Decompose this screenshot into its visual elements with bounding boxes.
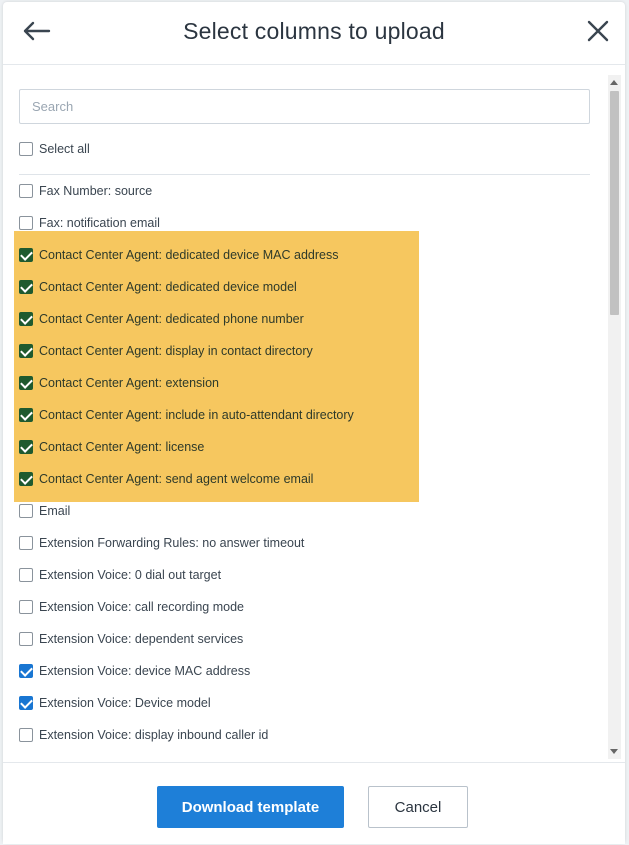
column-option-row[interactable]: Contact Center Agent: extension <box>19 373 219 393</box>
column-option-checkbox[interactable] <box>19 216 33 230</box>
column-option-checkbox[interactable] <box>19 504 33 518</box>
column-option-row[interactable]: Email <box>19 501 70 521</box>
column-option-checkbox[interactable] <box>19 696 33 710</box>
column-option-label: Contact Center Agent: display in contact… <box>39 344 313 358</box>
column-option-label: Email <box>39 504 71 518</box>
column-option-row[interactable]: Extension Voice: Device model <box>19 693 211 713</box>
column-option-row[interactable]: Extension Voice: 0 dial out target <box>19 565 221 585</box>
column-option-checkbox[interactable] <box>19 568 33 582</box>
column-list-panel: Select all Fax Number: source Fax: notifi… <box>3 65 625 762</box>
download-template-button[interactable]: Download template <box>157 786 344 828</box>
column-option-label: Fax: notification email <box>39 216 160 230</box>
divider <box>19 174 590 175</box>
scroll-down-arrow-icon[interactable] <box>610 749 618 754</box>
column-option-label: Extension Forwarding Rules: no answer ti… <box>39 536 305 550</box>
column-option-row[interactable]: Contact Center Agent: display in contact… <box>19 341 313 361</box>
column-option-row[interactable]: Contact Center Agent: dedicated device M… <box>19 245 338 265</box>
select-all-row[interactable]: Select all <box>19 139 90 159</box>
scroll-up-arrow-icon[interactable] <box>610 80 618 85</box>
column-option-label: Contact Center Agent: include in auto-at… <box>39 408 354 422</box>
select-columns-dialog: Select columns to upload Select all Fax … <box>3 2 625 844</box>
column-option-checkbox[interactable] <box>19 408 33 422</box>
column-option-checkbox[interactable] <box>19 632 33 646</box>
select-all-label: Select all <box>39 142 90 156</box>
dialog-footer: Download template Cancel <box>3 762 625 844</box>
column-option-label: Extension Voice: call recording mode <box>39 600 244 614</box>
column-option-row[interactable]: Contact Center Agent: include in auto-at… <box>19 405 354 425</box>
column-option-checkbox[interactable] <box>19 312 33 326</box>
column-option-row[interactable]: Contact Center Agent: dedicated phone nu… <box>19 309 304 329</box>
column-option-row[interactable]: Extension Voice: dependent services <box>19 629 243 649</box>
column-option-row[interactable]: Extension Voice: display inbound caller … <box>19 725 268 745</box>
column-option-label: Contact Center Agent: license <box>39 440 205 454</box>
column-option-label: Extension Voice: dependent services <box>39 632 244 646</box>
dialog-header: Select columns to upload <box>3 2 625 65</box>
cancel-button[interactable]: Cancel <box>368 786 468 828</box>
scrollbar[interactable] <box>608 75 621 759</box>
column-option-row[interactable]: Contact Center Agent: dedicated device m… <box>19 277 297 297</box>
column-option-label: Extension Voice: 0 dial out target <box>39 568 222 582</box>
column-option-label: Extension Voice: display inbound caller … <box>39 728 269 742</box>
column-option-label: Fax Number: source <box>39 184 153 198</box>
select-all-checkbox[interactable] <box>19 142 33 156</box>
column-option-label: Contact Center Agent: send agent welcome… <box>39 472 314 486</box>
column-option-row[interactable]: Fax Number: source <box>19 181 152 201</box>
column-option-label: Extension Voice: Device model <box>39 696 211 710</box>
column-option-label: Contact Center Agent: dedicated device M… <box>39 248 339 262</box>
column-option-row[interactable]: Extension Voice: device MAC address <box>19 661 250 681</box>
back-button[interactable] <box>19 16 53 46</box>
column-option-checkbox[interactable] <box>19 440 33 454</box>
arrow-left-icon <box>23 21 51 41</box>
column-option-row[interactable]: Extension Forwarding Rules: no answer ti… <box>19 533 304 553</box>
column-option-checkbox[interactable] <box>19 344 33 358</box>
column-option-checkbox[interactable] <box>19 280 33 294</box>
search-input[interactable] <box>19 89 590 124</box>
column-option-row[interactable]: Contact Center Agent: license <box>19 437 204 457</box>
column-option-checkbox[interactable] <box>19 536 33 550</box>
column-option-label: Extension Voice: device MAC address <box>39 664 251 678</box>
column-option-row[interactable]: Fax: notification email <box>19 213 160 233</box>
column-option-checkbox[interactable] <box>19 184 33 198</box>
column-option-checkbox[interactable] <box>19 728 33 742</box>
scrollbar-thumb[interactable] <box>610 91 619 315</box>
column-option-checkbox[interactable] <box>19 664 33 678</box>
column-option-checkbox[interactable] <box>19 472 33 486</box>
close-button[interactable] <box>583 16 613 46</box>
dialog-title: Select columns to upload <box>183 18 445 44</box>
column-option-label: Contact Center Agent: dedicated device m… <box>39 280 297 294</box>
column-option-label: Contact Center Agent: extension <box>39 376 219 390</box>
column-option-checkbox[interactable] <box>19 248 33 262</box>
column-option-checkbox[interactable] <box>19 600 33 614</box>
column-option-row[interactable]: Extension Voice: call recording mode <box>19 597 244 617</box>
column-option-row[interactable]: Contact Center Agent: send agent welcome… <box>19 469 313 489</box>
close-icon <box>587 20 609 42</box>
highlight-overlay <box>14 231 419 502</box>
column-option-label: Contact Center Agent: dedicated phone nu… <box>39 312 304 326</box>
column-option-checkbox[interactable] <box>19 376 33 390</box>
